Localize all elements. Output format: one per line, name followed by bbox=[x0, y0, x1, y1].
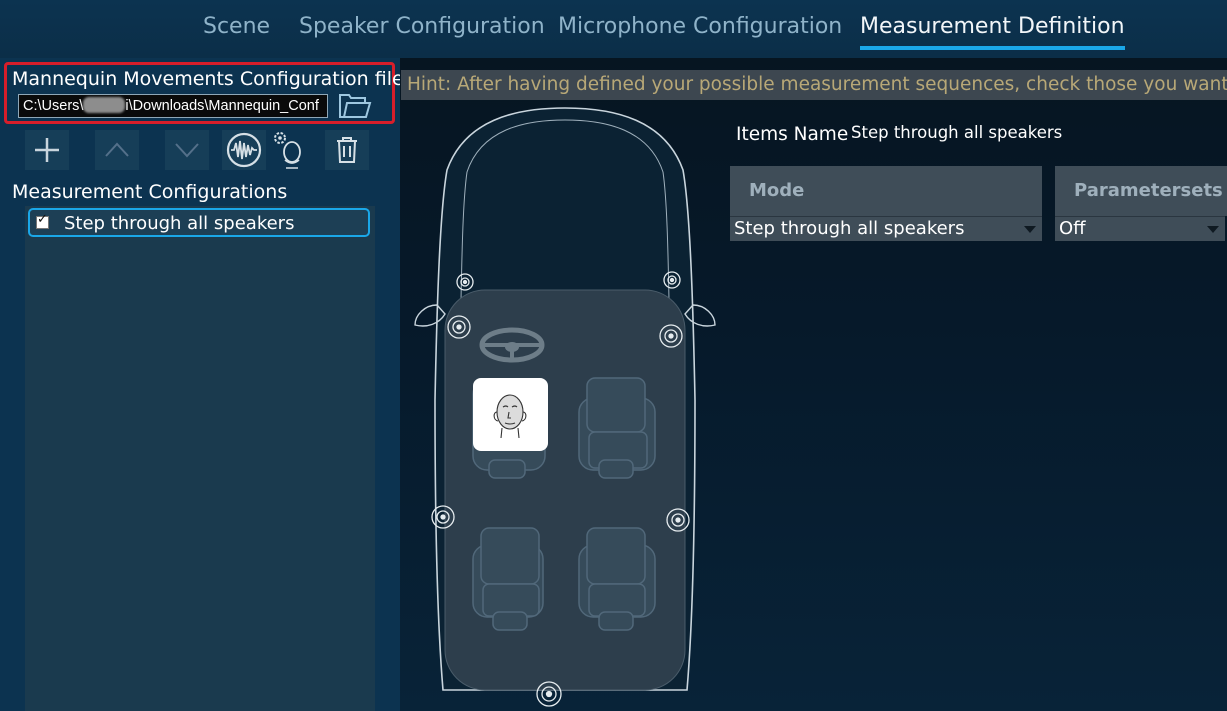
seat-front-right bbox=[578, 377, 656, 479]
parametersets-dropdown[interactable]: Off bbox=[1055, 216, 1225, 241]
mode-dropdown-value: Step through all speakers bbox=[734, 218, 965, 239]
file-config-label: Mannequin Movements Configuration file : bbox=[12, 68, 417, 90]
file-path-input[interactable]: C:\Users\ i\Downloads\Mannequin_Conf bbox=[18, 94, 328, 118]
list-item-label: Step through all speakers bbox=[64, 213, 295, 234]
tab-measurement-definition[interactable]: Measurement Definition bbox=[860, 14, 1125, 50]
waveform-icon bbox=[226, 132, 262, 168]
parametersets-dropdown-value: Off bbox=[1059, 218, 1086, 239]
dropdown-arrow-icon bbox=[1024, 226, 1036, 233]
hint-bar: Hint: After having defined your possible… bbox=[401, 70, 1227, 100]
checkbox[interactable] bbox=[36, 212, 49, 229]
list-item[interactable]: Step through all speakers bbox=[28, 208, 370, 237]
items-name-label: Items Name bbox=[736, 124, 849, 145]
folder-open-icon[interactable] bbox=[338, 92, 372, 120]
path-prefix: C:\Users\ bbox=[23, 98, 84, 114]
waveform-button[interactable] bbox=[222, 130, 266, 170]
plus-icon bbox=[35, 138, 59, 162]
move-down-button[interactable] bbox=[165, 130, 209, 170]
items-name-value[interactable]: Step through all speakers bbox=[851, 123, 1062, 142]
move-down-icon bbox=[175, 143, 199, 158]
mode-dropdown[interactable]: Step through all speakers bbox=[730, 216, 1042, 241]
mannequin-settings-button[interactable] bbox=[268, 130, 312, 170]
seat-rear-right bbox=[578, 527, 656, 631]
mannequin-card[interactable] bbox=[473, 378, 548, 451]
tab-microphone-configuration[interactable]: Microphone Configuration bbox=[558, 14, 842, 39]
dropdown-arrow-icon bbox=[1207, 226, 1219, 233]
mode-column-header: Mode bbox=[730, 166, 1042, 216]
move-up-button[interactable] bbox=[95, 130, 139, 170]
top-tab-bar: Scene Speaker Configuration Microphone C… bbox=[0, 0, 1227, 58]
delete-icon bbox=[337, 137, 357, 163]
measurement-configurations-title: Measurement Configurations bbox=[12, 181, 288, 203]
add-button[interactable] bbox=[25, 130, 69, 170]
parametersets-column-header: Parametersets bbox=[1055, 166, 1227, 216]
measurement-list bbox=[25, 206, 375, 711]
redacted-username bbox=[83, 97, 126, 113]
seat-rear-left bbox=[472, 527, 544, 631]
tab-scene[interactable]: Scene bbox=[203, 14, 270, 39]
delete-button[interactable] bbox=[325, 130, 369, 170]
move-up-icon bbox=[105, 142, 129, 157]
mannequin-settings-icon bbox=[274, 132, 301, 169]
car-diagram bbox=[414, 107, 716, 707]
path-suffix: i\Downloads\Mannequin_Conf bbox=[125, 98, 319, 114]
tab-speaker-configuration[interactable]: Speaker Configuration bbox=[299, 14, 545, 39]
